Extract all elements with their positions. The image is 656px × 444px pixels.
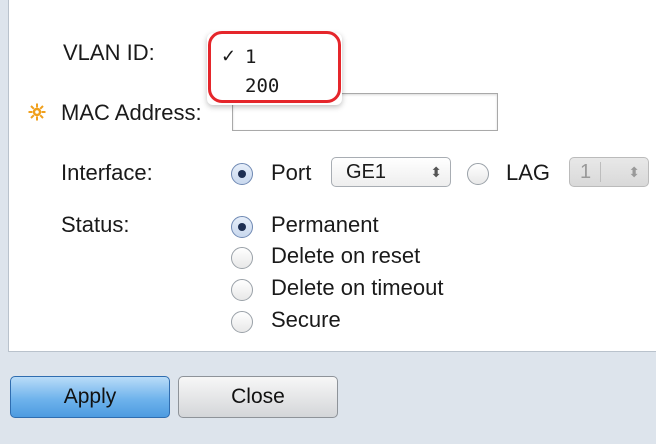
status-secure-radio[interactable] — [231, 311, 253, 333]
status-permanent-radio[interactable] — [231, 216, 253, 238]
interface-lag-label: LAG — [506, 160, 551, 185]
lag-select: 1 ⬍ — [569, 157, 649, 187]
status-delete-on-timeout-radio[interactable] — [231, 279, 253, 301]
vlan-option-1[interactable]: 1 — [245, 46, 256, 68]
vlan-id-label: VLAN ID: — [63, 40, 155, 65]
mac-address-label: MAC Address: — [61, 100, 202, 125]
select-arrows-icon: ⬍ — [628, 164, 640, 180]
interface-port-radio[interactable] — [231, 163, 253, 185]
status-delete-on-timeout-label: Delete on timeout — [271, 275, 444, 300]
vlan-option-200[interactable]: 200 — [245, 75, 279, 97]
status-delete-on-reset-radio[interactable] — [231, 247, 253, 269]
status-secure-label: Secure — [271, 307, 341, 332]
interface-port-label: Port — [271, 160, 312, 185]
port-select[interactable]: GE1 ⬍ — [331, 157, 451, 187]
lag-select-value: 1 — [580, 161, 592, 183]
checkmark-icon: ✓ — [221, 46, 237, 66]
vlan-id-dropdown[interactable]: ✓ 1 200 — [207, 33, 342, 105]
status-label: Status: — [61, 212, 130, 237]
close-button[interactable]: Close — [178, 376, 338, 418]
interface-lag-radio[interactable] — [467, 163, 489, 185]
required-field-icon — [28, 103, 46, 121]
interface-label: Interface: — [61, 160, 153, 185]
apply-button[interactable]: Apply — [10, 376, 170, 418]
status-delete-on-reset-label: Delete on reset — [271, 243, 421, 268]
status-permanent-label: Permanent — [271, 212, 379, 237]
port-select-value: GE1 — [346, 161, 387, 183]
select-arrows-icon: ⬍ — [430, 164, 442, 180]
